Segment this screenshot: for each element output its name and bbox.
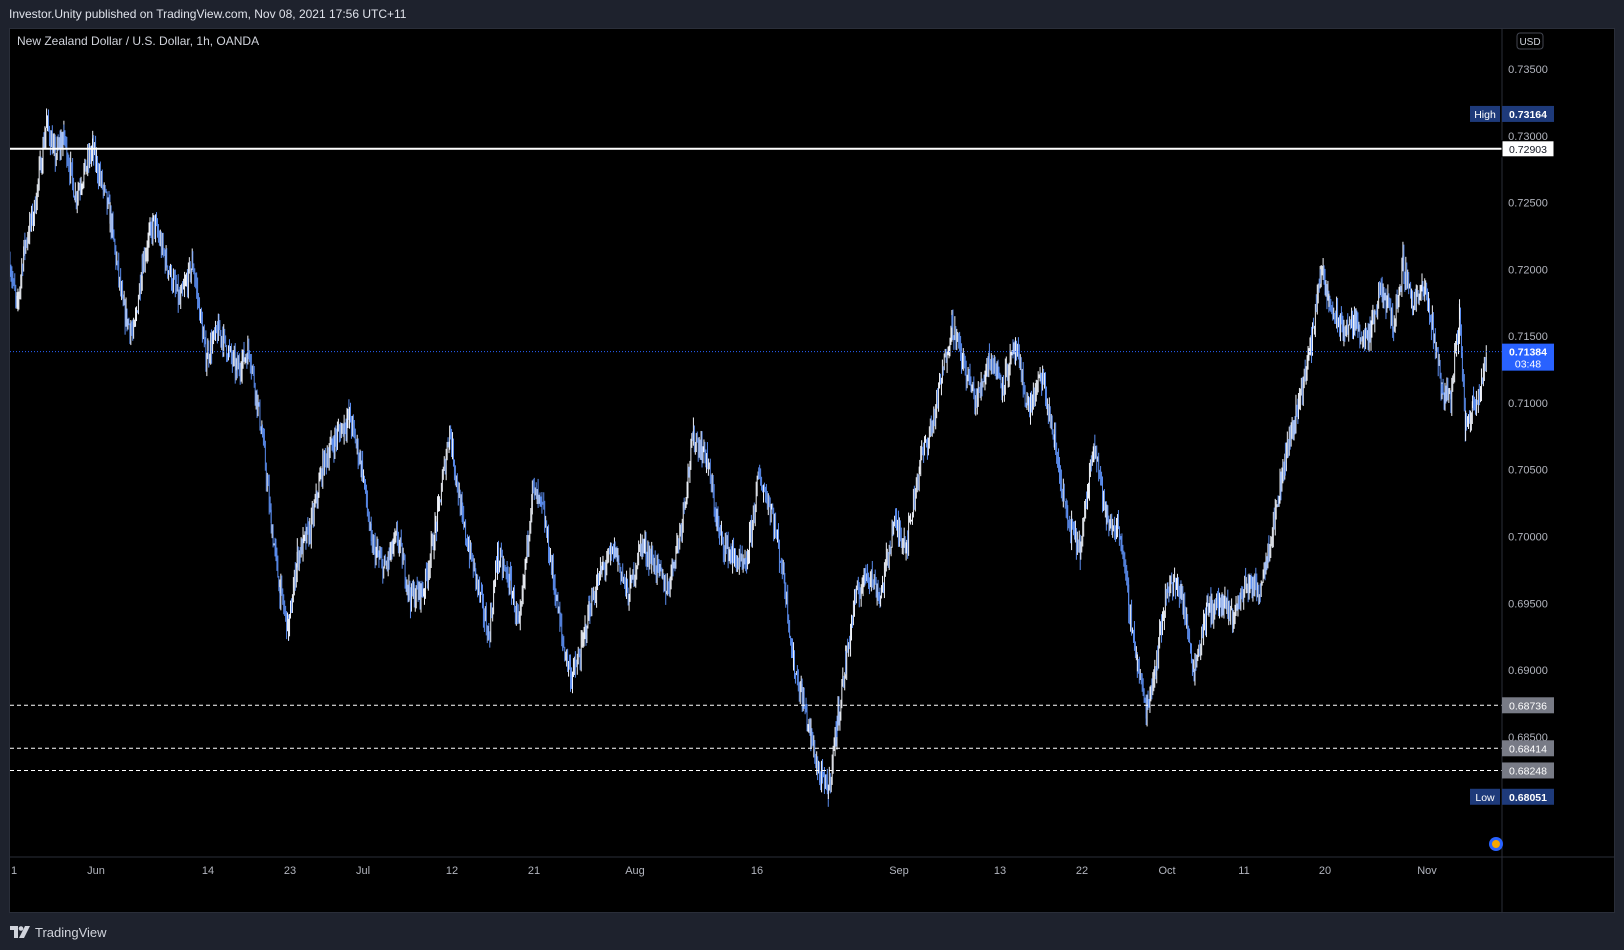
level-label: 0.68736 bbox=[1509, 700, 1547, 712]
y-tick-label: 0.70000 bbox=[1508, 531, 1548, 543]
level-label: 0.72903 bbox=[1509, 144, 1547, 156]
y-tick-label: 0.70500 bbox=[1508, 465, 1548, 477]
x-tick-label: 11 bbox=[1238, 865, 1249, 877]
symbol-title[interactable]: New Zealand Dollar / U.S. Dollar, 1h, OA… bbox=[17, 34, 259, 48]
x-tick-label: 20 bbox=[1319, 865, 1331, 877]
tradingview-logo[interactable]: TradingView bbox=[10, 924, 107, 940]
publish-info: Investor.Unity published on TradingView.… bbox=[9, 7, 407, 21]
tradingview-logo-icon bbox=[10, 926, 30, 938]
tradingview-logo-text: TradingView bbox=[35, 924, 107, 940]
x-tick-label: 1 bbox=[11, 865, 17, 877]
currency-label: USD bbox=[1519, 37, 1540, 48]
y-tick-label: 0.71000 bbox=[1508, 398, 1548, 410]
x-tick-label: Oct bbox=[1158, 865, 1175, 877]
level-label: 0.68414 bbox=[1509, 743, 1547, 755]
x-tick-label: Jul bbox=[356, 865, 370, 877]
x-tick-label: Sep bbox=[889, 865, 909, 877]
x-tick-label: Nov bbox=[1417, 865, 1437, 877]
y-tick-label: 0.72500 bbox=[1508, 198, 1548, 210]
chart-settings-icon[interactable] bbox=[1489, 837, 1503, 851]
x-tick-label: 12 bbox=[446, 865, 458, 877]
x-tick-label: 23 bbox=[284, 865, 296, 877]
x-tick-label: 13 bbox=[994, 865, 1006, 877]
high-value: 0.73164 bbox=[1509, 109, 1547, 121]
y-tick-label: 0.73500 bbox=[1508, 64, 1548, 76]
bottom-bar: TradingView bbox=[0, 913, 1624, 950]
x-tick-label: 16 bbox=[751, 865, 763, 877]
x-tick-label: 21 bbox=[528, 865, 540, 877]
chart-area[interactable]: 0.73500 0.73000 0.72500 0.72000 0.71500 0.710… bbox=[9, 28, 1615, 913]
low-value: 0.68051 bbox=[1509, 792, 1547, 804]
settings-icon-core bbox=[1492, 840, 1500, 848]
top-bar: Investor.Unity published on TradingView.… bbox=[0, 0, 1624, 28]
low-tag: Low bbox=[1475, 792, 1495, 804]
x-tick-label: 22 bbox=[1076, 865, 1088, 877]
level-label: 0.68248 bbox=[1509, 765, 1547, 777]
y-tick-label: 0.69500 bbox=[1508, 598, 1548, 610]
x-tick-label: 14 bbox=[202, 865, 214, 877]
y-tick-label: 0.72000 bbox=[1508, 264, 1548, 276]
y-tick-label: 0.69000 bbox=[1508, 665, 1548, 677]
currency-button[interactable]: USD bbox=[1516, 32, 1544, 50]
x-tick-label: Aug bbox=[625, 865, 645, 877]
countdown-label: 03:48 bbox=[1515, 359, 1541, 371]
x-tick-label: Jun bbox=[87, 865, 105, 877]
high-tag: High bbox=[1474, 109, 1496, 121]
y-tick-label: 0.71500 bbox=[1508, 331, 1548, 343]
chart-svg[interactable]: 0.735000.730000.725000.720000.715000.710… bbox=[10, 29, 1614, 912]
plot-background bbox=[10, 29, 1614, 912]
current-price-label: 0.71384 bbox=[1509, 347, 1547, 359]
